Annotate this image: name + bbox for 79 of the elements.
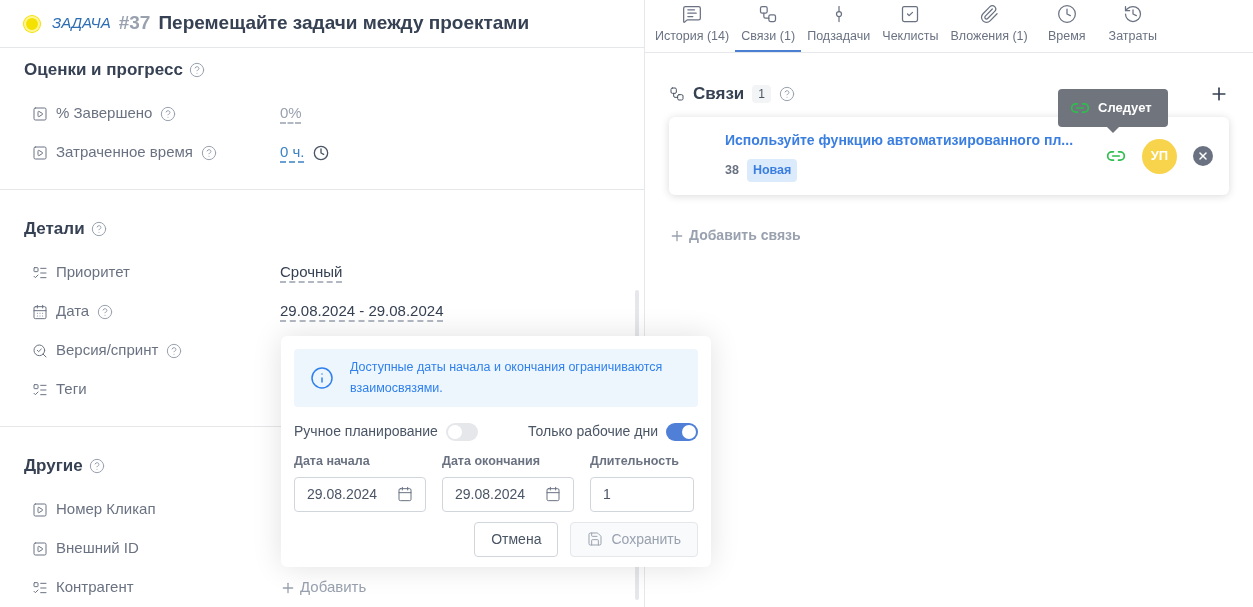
sprint-icon <box>32 342 48 359</box>
help-icon[interactable] <box>779 86 795 102</box>
help-icon[interactable] <box>88 458 105 474</box>
field-value[interactable]: 0% <box>280 102 302 125</box>
field-label: Контрагент <box>56 577 134 598</box>
field-label: Затраченное время <box>56 142 193 163</box>
task-number: #37 <box>118 11 151 36</box>
task-title: Перемещайте задачи между проектами <box>158 11 530 36</box>
relation-card[interactable]: Используйте функцию автоматизированного пл... 38 Новая УП <box>669 117 1229 195</box>
input-label: Дата начала <box>294 453 371 470</box>
tab[interactable]: Чеклисты <box>876 2 945 52</box>
help-icon[interactable] <box>97 303 114 320</box>
clock-icon[interactable] <box>312 144 329 161</box>
toggle-switch[interactable] <box>445 422 478 441</box>
field-label: Внешний ID <box>56 538 139 559</box>
section-title: Связи <box>693 83 745 106</box>
tab[interactable]: История (14) <box>649 2 736 52</box>
date-field[interactable]: 29.08.2024 <box>442 476 574 512</box>
field-label: Версия/спринт <box>56 340 159 361</box>
input-label: Длительность <box>590 453 680 470</box>
history-icon <box>1122 4 1143 25</box>
remove-button[interactable] <box>1193 146 1213 166</box>
field-value[interactable]: 29.08.2024 - 29.08.2024 <box>280 300 444 323</box>
checklist-icon <box>900 4 921 25</box>
task-number: 38 <box>725 162 739 180</box>
field-type-icon <box>32 579 48 596</box>
field-label: Номер Кликап <box>56 499 156 520</box>
toggle-switch[interactable] <box>666 422 698 441</box>
field-label: % Завершено <box>56 103 153 124</box>
input-label: Дата окончания <box>442 453 542 470</box>
task-type: ЗАДАЧА <box>52 13 111 34</box>
section-title: Другие <box>24 455 83 478</box>
field-label: Теги <box>56 379 87 400</box>
toggle-label: Только рабочие дни <box>528 422 658 441</box>
avatar: УП <box>1142 138 1177 174</box>
help-icon[interactable] <box>160 105 177 122</box>
status-badge: Новая <box>746 159 798 182</box>
relations-icon <box>758 4 779 25</box>
cancel-button[interactable]: Отмена <box>474 521 559 557</box>
clock-icon <box>1056 4 1077 25</box>
paperclip-icon <box>979 4 1000 25</box>
toggle-label: Ручное планирование <box>294 422 438 441</box>
tab[interactable]: Вложения (1) <box>944 2 1034 52</box>
info-text: Доступные даты начала и окончания ограничиваются взаимосвязями. <box>350 359 664 397</box>
field-type-icon <box>32 381 48 398</box>
close-icon <box>1197 150 1209 162</box>
field-type-icon <box>32 264 48 281</box>
comment-icon <box>682 4 703 25</box>
field-type-icon <box>32 501 48 518</box>
field-type-icon <box>32 144 48 161</box>
count-badge: 1 <box>752 85 771 103</box>
info-icon <box>310 366 334 390</box>
date-field[interactable]: 29.08.2024 <box>294 476 426 512</box>
tab[interactable]: Связи (1) <box>735 2 802 52</box>
tooltip-text: Следует <box>1098 99 1152 118</box>
field-value[interactable]: Срочный <box>280 261 343 284</box>
help-icon[interactable] <box>200 144 217 161</box>
add-link[interactable]: Добавить связь <box>689 225 801 246</box>
field-type-icon <box>32 540 48 557</box>
field-type-icon <box>32 105 48 122</box>
help-icon[interactable] <box>188 62 205 78</box>
field-label: Дата <box>56 301 90 322</box>
calendar-icon <box>32 303 48 320</box>
section-title: Оценки и прогресс <box>24 59 183 82</box>
relation-title[interactable]: Используйте функцию автоматизированного пл... <box>725 130 1090 152</box>
help-icon[interactable] <box>166 342 183 359</box>
relations-icon <box>669 86 685 102</box>
input-field[interactable]: 1 <box>590 476 694 512</box>
calendar-icon <box>545 486 561 503</box>
field-label: Приоритет <box>56 262 130 283</box>
section-title: Детали <box>24 218 85 241</box>
save-icon <box>587 531 604 548</box>
tab[interactable]: Время <box>1033 2 1100 52</box>
add-link[interactable]: Добавить <box>300 576 367 599</box>
tab[interactable]: Затраты <box>1099 2 1166 52</box>
calendar-icon <box>397 486 413 503</box>
field-value[interactable]: 0 ч. <box>280 141 305 164</box>
tab[interactable]: Подзадачи <box>801 2 877 52</box>
help-icon[interactable] <box>90 221 107 237</box>
